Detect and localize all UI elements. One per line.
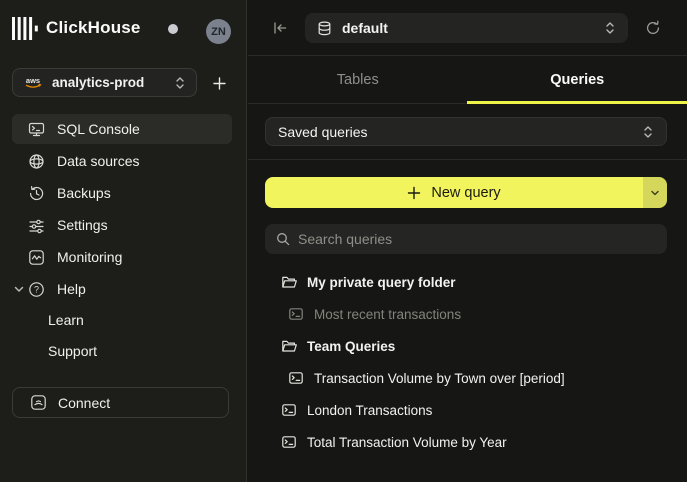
tab-tables[interactable]: Tables [248,56,468,103]
tree-item-label: Transaction Volume by Town over [period] [314,371,565,386]
plus-icon [212,76,227,91]
sidebar-item-label: Data sources [57,153,139,169]
chart-icon [28,249,45,266]
query-terminal-icon [281,402,297,418]
saved-queries-section: Saved queries [248,104,687,160]
brand-name: ClickHouse [46,18,141,38]
new-query-label: New query [431,185,500,201]
query-item[interactable]: London Transactions [281,395,432,425]
new-query-split-button: New query [265,177,667,208]
collapse-panel-icon[interactable] [272,20,288,36]
database-selector[interactable]: default [305,13,628,43]
workspace-label: analytics-prod [52,75,174,90]
search-box [265,224,667,254]
folder-open-icon [281,338,297,354]
sidebar-item-help[interactable]: ? Help [12,274,232,304]
saved-queries-selector[interactable]: Saved queries [265,117,667,146]
svg-text:aws: aws [26,76,40,85]
tree-item-label: Most recent transactions [314,307,461,322]
chevron-down-icon [650,188,660,198]
terminal-monitor-icon [28,121,45,138]
sidebar-item-support[interactable]: Support [48,336,198,366]
panel-topbar: default [248,0,687,56]
query-item[interactable]: Total Transaction Volume by Year [281,427,507,457]
sidebar-item-data-sources[interactable]: Data sources [12,146,232,176]
question-circle-icon: ? [28,281,45,298]
folder-open-icon [281,274,297,290]
sphere-icon [28,153,45,170]
connect-button[interactable]: Connect [12,387,229,418]
tree-item-label: London Transactions [307,403,432,418]
sidebar-item-backups[interactable]: Backups [12,178,232,208]
sidebar: ClickHouse ZN aws analytics-prod [0,0,247,482]
avatar[interactable]: ZN [206,19,231,44]
svg-text:?: ? [34,284,39,294]
sidebar-item-label: Monitoring [57,249,122,265]
panel-tabs: Tables Queries [248,56,687,104]
brand: ClickHouse [12,14,141,42]
connect-label: Connect [58,395,110,411]
query-item[interactable]: Most recent transactions [288,299,461,329]
sidebar-item-label: Settings [57,217,108,233]
search-queries-input[interactable] [298,231,656,247]
sidebar-item-label: Backups [57,185,111,201]
sidebar-item-settings[interactable]: Settings [12,210,232,240]
add-service-button[interactable] [209,73,229,93]
chevron-updown-icon [604,21,616,35]
chevron-updown-icon [174,76,186,90]
search-icon [276,232,290,246]
tree-item-label: Team Queries [307,339,395,354]
tree-item-label: Total Transaction Volume by Year [307,435,507,450]
clickhouse-logo-icon [12,17,39,40]
connect-icon [30,394,47,411]
sidebar-item-label: SQL Console [57,121,140,137]
clickhouse-console: ClickHouse ZN aws analytics-prod [0,0,687,482]
chevron-updown-icon [642,125,654,139]
query-item[interactable]: Transaction Volume by Town over [period] [288,363,565,393]
query-terminal-icon [288,306,304,322]
plus-icon [407,186,421,200]
sidebar-subitem-label: Support [48,343,97,359]
queries-panel: default Tables Queries Saved queries [248,0,687,482]
sidebar-item-learn[interactable]: Learn [48,305,198,335]
new-query-dropdown-button[interactable] [643,177,667,208]
aws-icon: aws [23,76,43,89]
sliders-icon [28,217,45,234]
query-folder[interactable]: Team Queries [281,331,395,361]
refresh-icon[interactable] [645,20,661,36]
sidebar-item-monitoring[interactable]: Monitoring [12,242,232,272]
sidebar-item-sql-console[interactable]: SQL Console [12,114,232,144]
database-icon [317,21,332,36]
saved-queries-label: Saved queries [278,124,642,140]
query-terminal-icon [288,370,304,386]
sidebar-subitem-label: Learn [48,312,84,328]
query-terminal-icon [281,434,297,450]
history-icon [28,185,45,202]
new-query-button[interactable]: New query [265,177,643,208]
query-folder[interactable]: My private query folder [281,267,456,297]
sidebar-item-label: Help [57,281,86,297]
workspace-selector[interactable]: aws analytics-prod [12,68,197,97]
database-label: default [342,20,604,36]
status-dot [168,24,178,34]
tab-queries[interactable]: Queries [468,56,687,103]
tree-item-label: My private query folder [307,275,456,290]
